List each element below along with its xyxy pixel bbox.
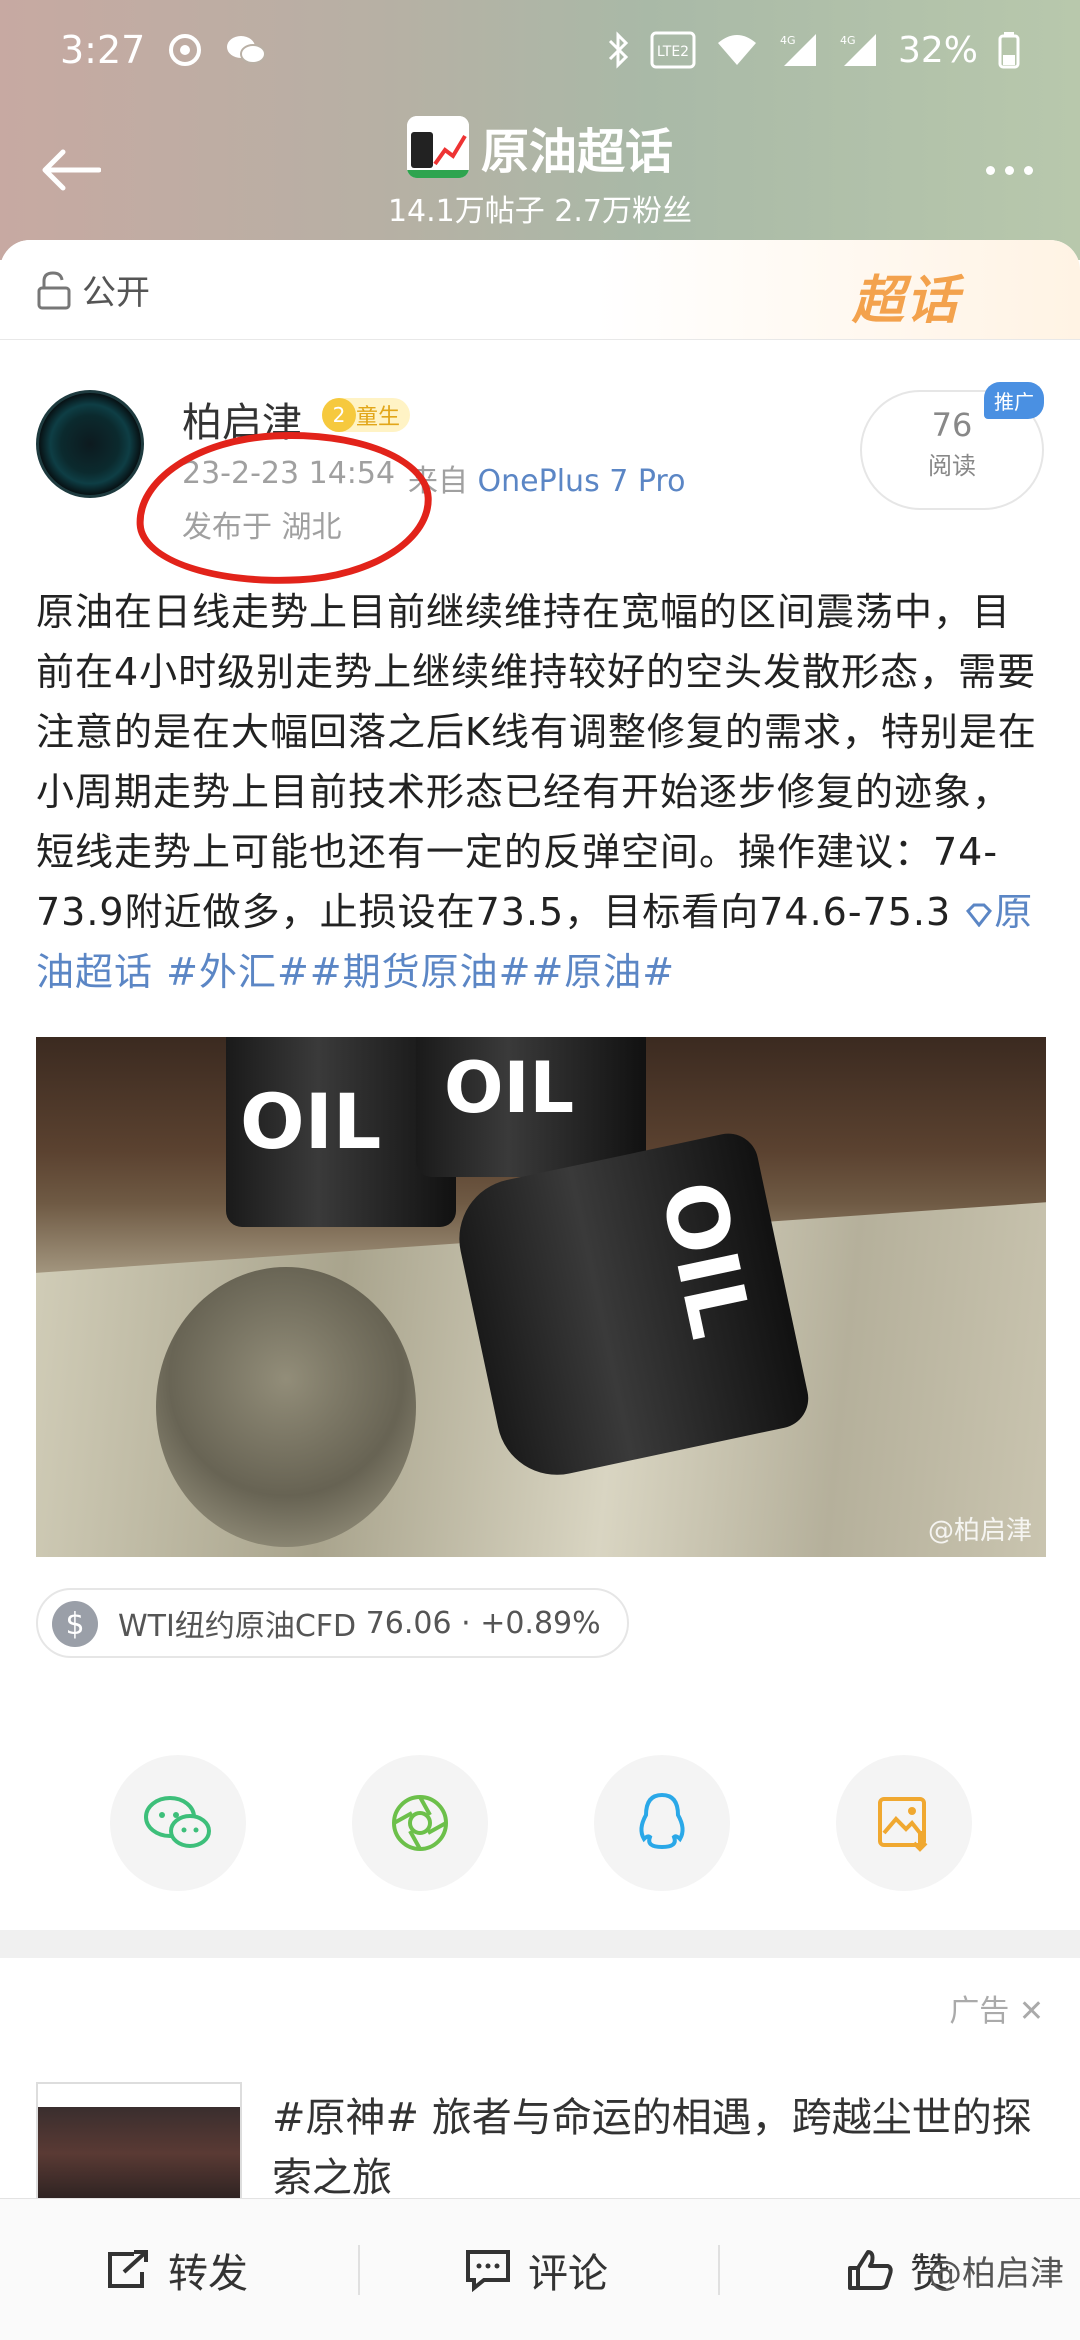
dot-icon (1023, 165, 1033, 175)
topic-header[interactable]: 原油超话 14.1万帖子 2.7万粉丝 (340, 112, 740, 242)
repost-button[interactable]: 转发 (104, 2199, 248, 2340)
avatar[interactable] (36, 390, 144, 498)
visibility-label: 公开 (82, 273, 150, 313)
barrel-label-1: OIL (240, 1077, 382, 1166)
comment-icon (466, 2250, 510, 2292)
ad-card[interactable]: 广告 ✕ #原神# 旅者与命运的相遇，跨越尘世的探索之旅 (0, 1958, 1080, 2202)
battery-icon (998, 30, 1020, 70)
nav-bar: 原油超话 14.1万帖子 2.7万粉丝 (0, 100, 1080, 250)
post-text: 原油在日线走势上目前继续维持在宽幅的区间震荡中，目前在4小时级别走势上继续维持较… (36, 590, 1037, 934)
level-label: 童生 (356, 405, 401, 430)
quote-change: · +0.89% (461, 1605, 601, 1641)
save-image-button[interactable] (836, 1755, 972, 1891)
share-moments-button[interactable] (352, 1755, 488, 1891)
qq-icon (639, 1792, 685, 1850)
oil-barrel-2: OIL (416, 1037, 646, 1177)
bluetooth-icon (606, 30, 630, 70)
screenshot-watermark: @柏启津 (928, 2254, 1064, 2294)
topic-logo-icon (406, 116, 469, 178)
section-divider (0, 1930, 1080, 1958)
wifi-icon (716, 30, 758, 70)
hashtag-links[interactable]: #外汇##期货原油##原油# (166, 950, 675, 994)
visibility-row: 公开 超话 (0, 240, 1080, 340)
wechat-icon (144, 1796, 211, 1848)
repost-icon (108, 2250, 148, 2288)
close-icon[interactable]: ✕ (1019, 1994, 1044, 2029)
diamond-topic-icon (966, 903, 993, 927)
unlock-icon (37, 270, 71, 309)
ad-title[interactable]: #原神# 旅者与命运的相遇，跨越尘世的探索之旅 (272, 2088, 1042, 2208)
quote-name: WTI纽约原油CFD (118, 1609, 357, 1644)
divider (358, 2245, 360, 2295)
status-bar: 3:27 LTE2 4G 4G 32% (0, 0, 1080, 100)
post-body: 原油在日线走势上目前继续维持在宽幅的区间震荡中，目前在4小时级别走势上继续维持较… (36, 582, 1046, 1002)
battery-percent: 32% (897, 29, 978, 71)
quote-price: 76.06 (365, 1605, 452, 1641)
topic-stats: 14.1万帖子 2.7万粉丝 (387, 194, 693, 229)
more-options-button[interactable] (974, 150, 1044, 190)
stock-quote-chip[interactable]: $ WTI纽约原油CFD 76.06 · +0.89% (36, 1588, 629, 1658)
level-number: 2 (322, 398, 356, 432)
share-qq-button[interactable] (594, 1755, 730, 1891)
barrel-label-2: OIL (444, 1047, 575, 1129)
signal-1-icon: 4G (778, 30, 818, 70)
divider (718, 2245, 720, 2295)
topic-title: 原油超话 (480, 124, 673, 180)
dollar-icon: $ (52, 1601, 98, 1647)
back-arrow-icon (42, 149, 101, 191)
read-label: 阅读 (928, 452, 976, 480)
image-watermark: @柏启津 (927, 1516, 1032, 1546)
signal-2-icon: 4G (838, 30, 878, 70)
repost-label: 转发 (168, 2251, 248, 2297)
level-badge: 2 童生 (322, 398, 411, 432)
share-wechat-button[interactable] (110, 1755, 246, 1891)
back-button[interactable] (36, 140, 106, 200)
comment-label: 评论 (528, 2251, 608, 2297)
post-image[interactable]: OIL OIL OIL @柏启津 (36, 1037, 1046, 1557)
wechat-status-icon (225, 30, 267, 70)
save-image-icon (878, 1797, 928, 1852)
moments-icon (392, 1795, 448, 1851)
ad-thumbnail[interactable] (36, 2082, 242, 2202)
thumbs-up-icon (848, 2250, 893, 2290)
super-topic-badge: 超话 (851, 271, 960, 331)
promote-tag[interactable]: 推广 (984, 382, 1044, 419)
comment-button[interactable]: 评论 (464, 2199, 608, 2340)
bottom-action-bar: 转发 评论 赞 (0, 2198, 1080, 2340)
oil-barrel-3: OIL (448, 1128, 814, 1486)
dot-icon (985, 165, 995, 175)
barrel-label-3: OIL (641, 1172, 770, 1346)
share-row (0, 1755, 1080, 1895)
svg-text:4G: 4G (780, 34, 796, 47)
ad-label-text: 广告 (949, 1994, 1010, 2029)
svg-text:4G: 4G (840, 34, 856, 47)
post-source: 来自 OnePlus 7 Pro (408, 456, 685, 500)
read-count-box: 76 阅读 推广 (860, 382, 1044, 510)
status-time: 3:27 (60, 28, 146, 72)
netease-music-icon (167, 30, 203, 70)
source-device[interactable]: OnePlus 7 Pro (478, 464, 686, 499)
volte-icon: LTE2 (650, 30, 696, 70)
portrait-on-bill (156, 1267, 416, 1547)
ad-label[interactable]: 广告 ✕ (949, 1986, 1044, 2030)
svg-text:LTE2: LTE2 (657, 44, 689, 60)
dot-icon (1004, 165, 1014, 175)
